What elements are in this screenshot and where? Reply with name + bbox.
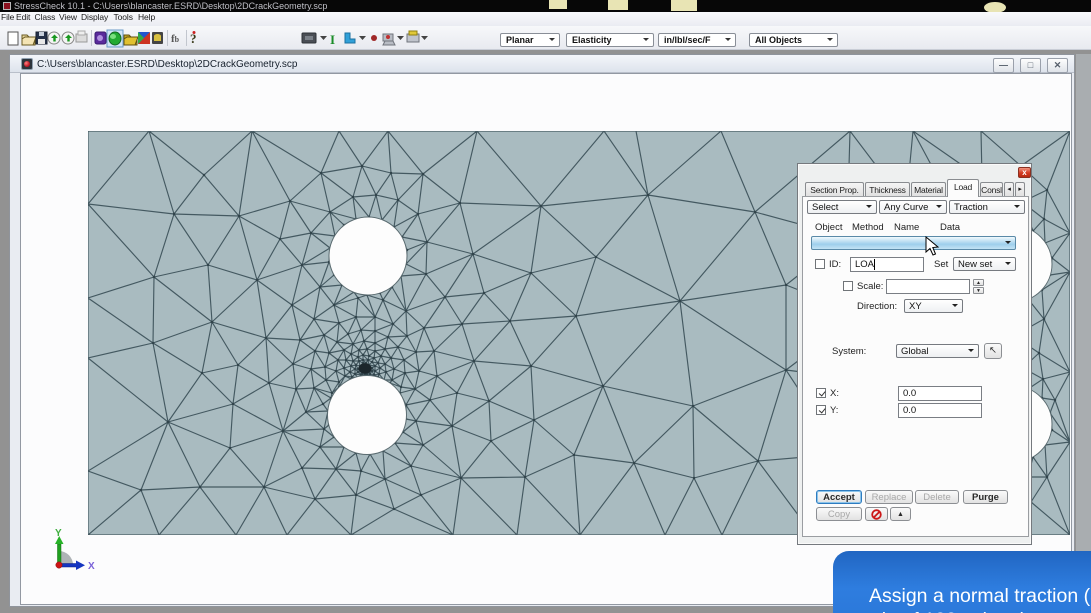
svg-text:fb: fb bbox=[171, 33, 180, 45]
svg-text:I: I bbox=[330, 32, 335, 47]
svg-text:X: X bbox=[88, 561, 95, 572]
